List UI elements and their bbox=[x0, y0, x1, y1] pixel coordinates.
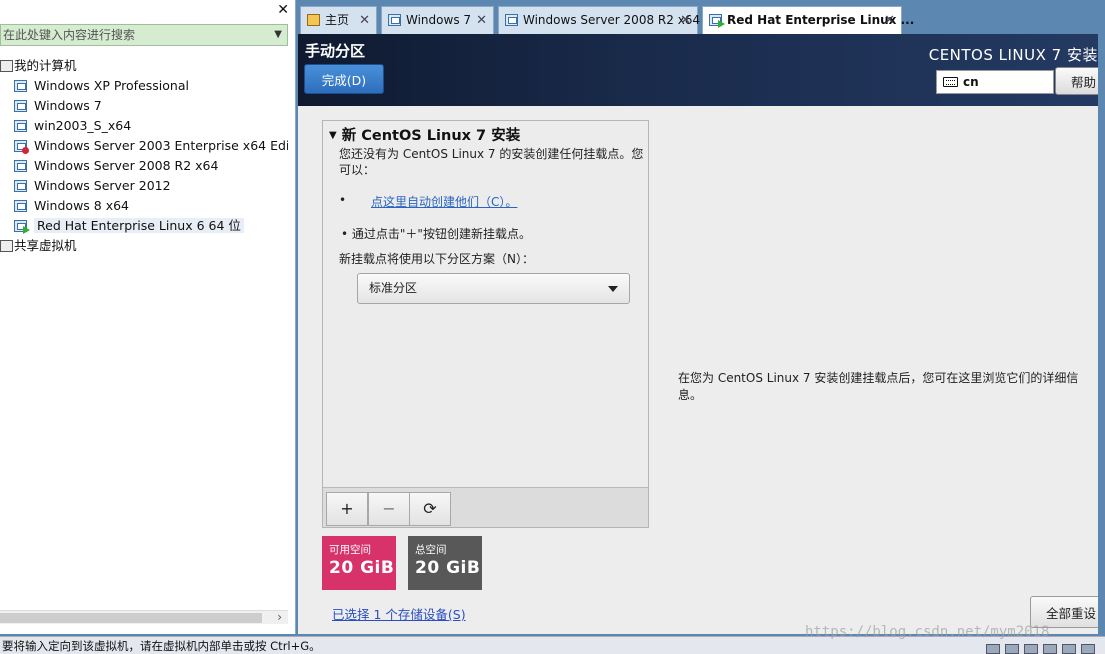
vm-icon bbox=[14, 180, 27, 192]
network-icon[interactable] bbox=[1024, 644, 1038, 654]
vm-icon bbox=[14, 200, 27, 212]
vm-error-icon bbox=[14, 140, 29, 154]
library-horizontal-scrollbar[interactable]: › bbox=[0, 610, 288, 624]
done-button[interactable]: 完成(D) bbox=[304, 64, 384, 94]
tree-item-shared-vms[interactable]: 共享虚拟机 bbox=[0, 236, 288, 256]
page-title: 手动分区 bbox=[305, 42, 366, 60]
dropdown-caret-icon bbox=[608, 286, 618, 292]
vm-icon bbox=[14, 100, 27, 112]
remove-mount-point-button[interactable]: − bbox=[368, 492, 410, 526]
computer-icon bbox=[0, 60, 13, 72]
hard-disk-icon[interactable] bbox=[986, 644, 1000, 654]
tree-item-vm[interactable]: Windows Server 2008 R2 x64 bbox=[0, 156, 288, 176]
available-space-badge: 可用空间 20 GiB bbox=[322, 536, 396, 590]
display-icon[interactable] bbox=[1081, 644, 1095, 654]
device-tray bbox=[981, 641, 1095, 654]
sound-icon[interactable] bbox=[1062, 644, 1076, 654]
tree-item-vm[interactable]: Windows 8 x64 bbox=[0, 196, 288, 216]
no-mount-points-message: 您还没有为 CentOS Linux 7 的安装创建任何挂载点。您可以： bbox=[339, 147, 644, 177]
tab-home[interactable]: 主页 ✕ bbox=[300, 6, 377, 34]
vm-running-icon bbox=[14, 220, 30, 234]
chevron-down-icon[interactable]: ▼ bbox=[274, 29, 282, 40]
new-install-section-toggle[interactable]: ▼ 新 CentOS Linux 7 安装 bbox=[329, 124, 520, 145]
tree-item-vm[interactable]: Windows Server 2003 Enterprise x64 Editi… bbox=[0, 136, 288, 156]
status-message: 要将输入定向到该虚拟机，请在虚拟机内部单击或按 Ctrl+G。 bbox=[2, 639, 321, 653]
installer-header: 手动分区 完成(D) CENTOS LINUX 7 安装 cn 帮助 bbox=[298, 34, 1098, 106]
cd-drive-icon[interactable] bbox=[1005, 644, 1019, 654]
library-search-input[interactable] bbox=[1, 25, 287, 45]
printer-icon[interactable] bbox=[1043, 644, 1057, 654]
tree-item-vm[interactable]: Windows 7 bbox=[0, 96, 288, 116]
tab-red-hat-linux[interactable]: Red Hat Enterprise Linux ... ✕ bbox=[702, 6, 914, 35]
vm-icon bbox=[505, 14, 518, 26]
vm-icon bbox=[388, 14, 401, 26]
close-tab-icon[interactable]: ✕ bbox=[680, 7, 691, 34]
home-icon bbox=[307, 14, 320, 26]
mount-point-toolbar: + − ⟳ bbox=[323, 487, 648, 527]
chevron-right-icon[interactable]: › bbox=[277, 610, 282, 624]
add-mount-point-button[interactable]: + bbox=[326, 492, 368, 526]
tree-item-vm-selected[interactable]: Red Hat Enterprise Linux 6 64 位 bbox=[0, 216, 288, 236]
scrollbar-thumb[interactable] bbox=[0, 613, 262, 623]
expand-triangle-icon: ▼ bbox=[329, 130, 337, 141]
manual-create-hint: • 通过点击"＋"按钮创建新挂载点。 bbox=[341, 227, 531, 241]
refresh-icon[interactable]: ⟳ bbox=[409, 492, 451, 526]
vm-frame-edge bbox=[1098, 34, 1105, 634]
tree-item-vm[interactable]: Windows Server 2012 bbox=[0, 176, 288, 196]
library-panel: ✕ ▼ 我的计算机 Windows XP Professional Window… bbox=[0, 0, 296, 634]
tree-item-vm[interactable]: Windows XP Professional bbox=[0, 76, 288, 96]
bullet-icon: • bbox=[339, 193, 347, 207]
tab-windows-server-2008[interactable]: Windows Server 2008 R2 x64 ✕ bbox=[498, 6, 700, 34]
tree-root-my-computer[interactable]: 我的计算机 bbox=[0, 56, 288, 76]
help-button[interactable]: 帮助 bbox=[1055, 67, 1098, 95]
auto-create-link[interactable]: 点这里自动创建他们（C）。 bbox=[371, 193, 517, 210]
keyboard-layout-indicator[interactable]: cn bbox=[936, 70, 1054, 94]
total-space-badge: 总空间 20 GiB bbox=[408, 536, 482, 590]
vm-icon bbox=[14, 80, 27, 92]
library-search-box[interactable]: ▼ bbox=[0, 24, 288, 46]
watermark: https://blog.csdn.net/mym2018 bbox=[805, 624, 1050, 640]
partition-scheme-select[interactable]: 标准分区 bbox=[357, 273, 630, 304]
close-tab-icon[interactable]: ✕ bbox=[884, 7, 895, 34]
close-tab-icon[interactable]: ✕ bbox=[359, 7, 370, 34]
library-tree: 我的计算机 Windows XP Professional Windows 7 … bbox=[0, 56, 288, 256]
vm-screen[interactable]: 手动分区 完成(D) CENTOS LINUX 7 安装 cn 帮助 ▼ 新 Ce… bbox=[298, 34, 1098, 634]
shared-vms-icon bbox=[0, 240, 13, 252]
tree-item-vm[interactable]: win2003_S_x64 bbox=[0, 116, 288, 136]
mount-point-details-message: 在您为 CentOS Linux 7 安装创建挂载点后，您可在这里浏览它们的详细… bbox=[678, 371, 1079, 402]
product-title: CENTOS LINUX 7 安装 bbox=[928, 46, 1098, 64]
vm-running-icon bbox=[709, 14, 725, 28]
keyboard-icon bbox=[943, 77, 958, 87]
tab-windows-7[interactable]: Windows 7 ✕ bbox=[381, 6, 494, 34]
close-library-icon[interactable]: ✕ bbox=[277, 2, 289, 18]
partition-scheme-label: 新挂载点将使用以下分区方案（N）： bbox=[339, 252, 534, 266]
close-tab-icon[interactable]: ✕ bbox=[476, 7, 487, 34]
mount-points-panel: ▼ 新 CentOS Linux 7 安装 您还没有为 CentOS Linux … bbox=[322, 120, 649, 528]
selected-storage-link[interactable]: 已选择 1 个存储设备(S) bbox=[332, 604, 466, 623]
vm-icon bbox=[14, 160, 27, 172]
vm-icon bbox=[14, 120, 27, 132]
